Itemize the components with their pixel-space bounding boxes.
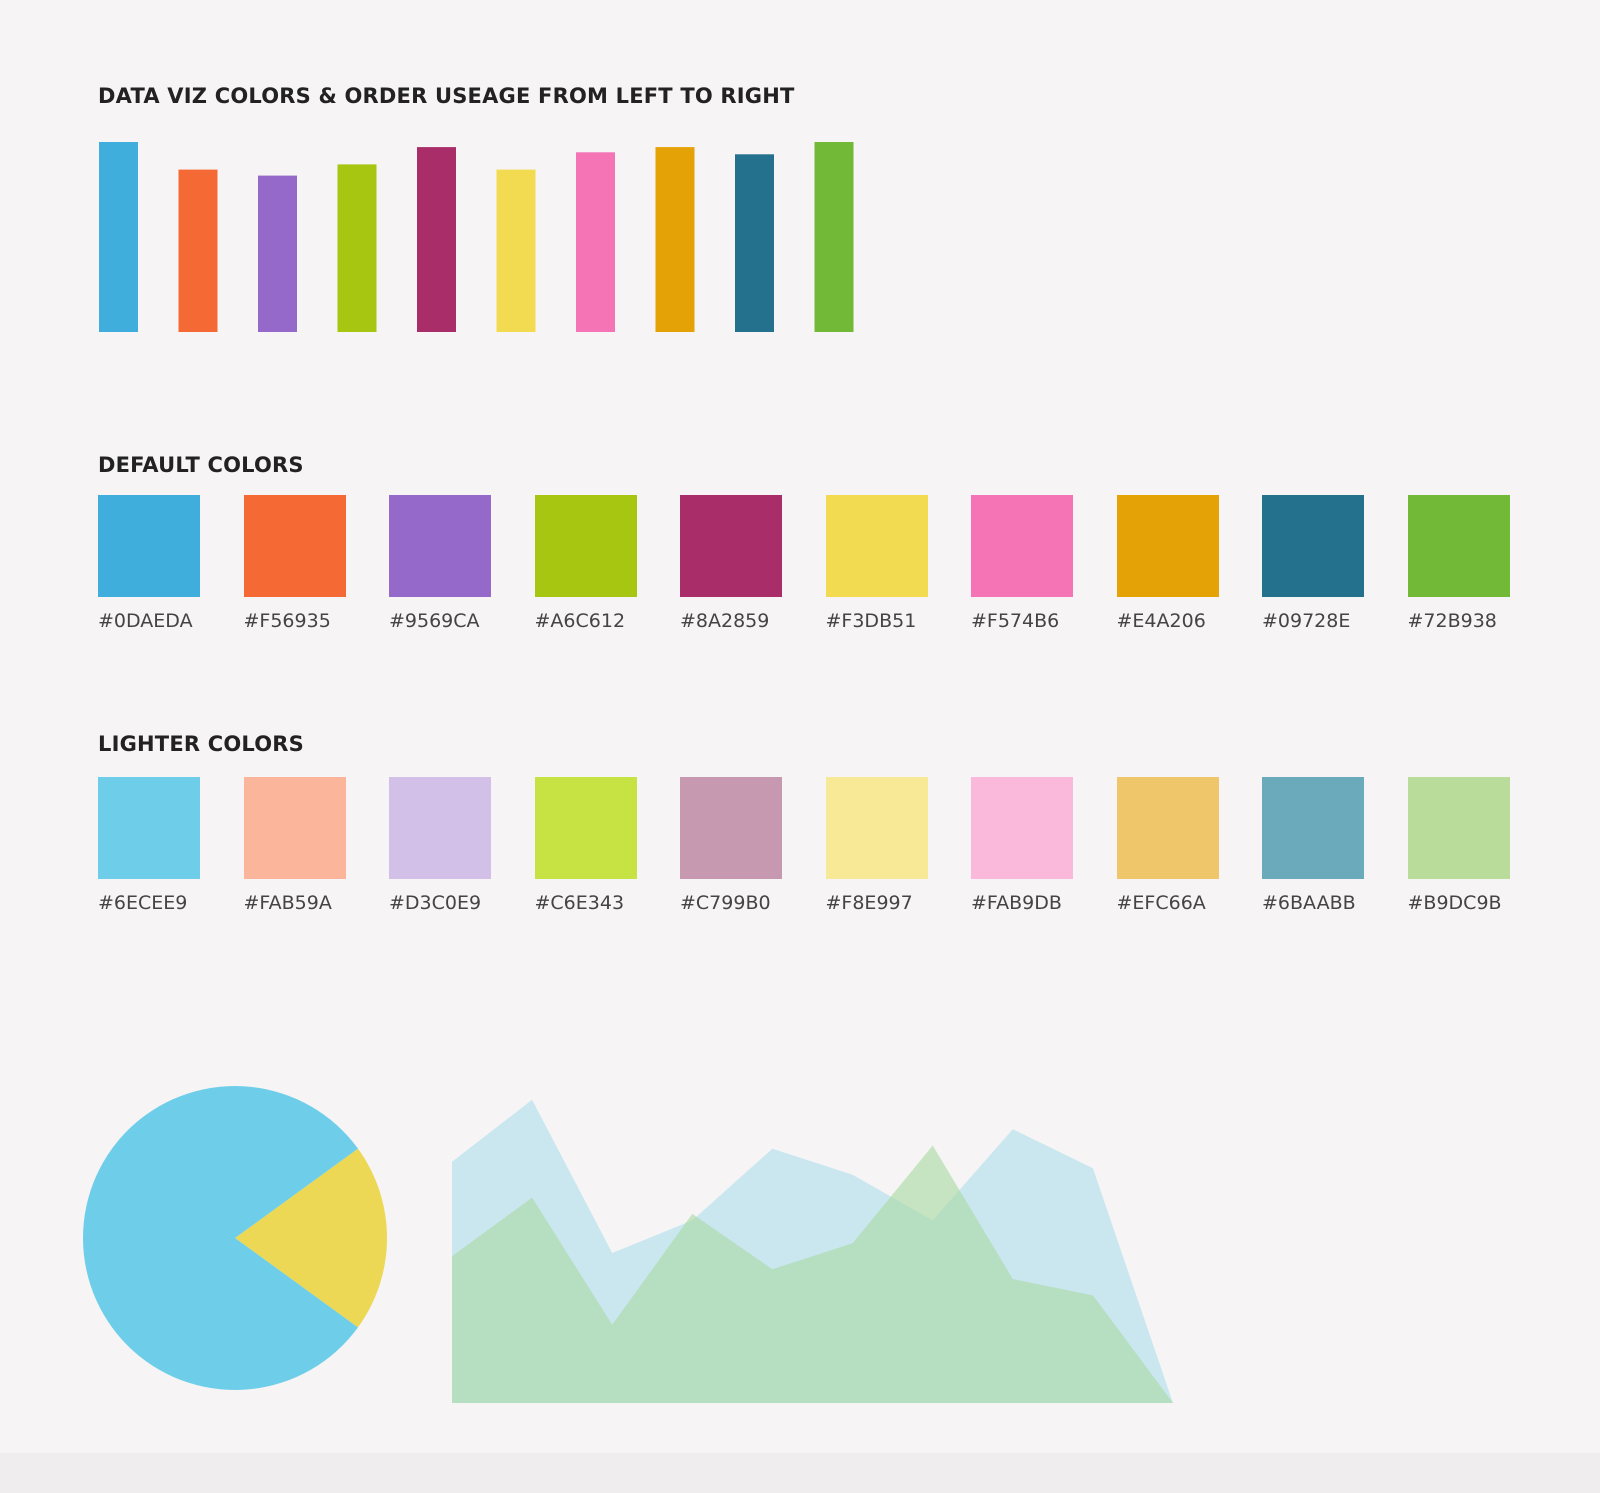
lighter-color-swatch: [243, 777, 346, 879]
area-chart: [452, 1099, 1173, 1403]
default-color-swatch-label: #F3DB51: [825, 610, 917, 632]
default-color-swatch-item: #09728E: [1262, 495, 1364, 632]
lighter-color-swatch-label: #B9DC9B: [1407, 892, 1502, 914]
lighter-color-swatch-label: #EFC66A: [1116, 892, 1206, 914]
default-color-swatch-label: #0DAEDA: [98, 610, 193, 632]
lighter-color-swatch-label: #FAB59A: [243, 892, 332, 914]
default-color-swatch: [1407, 495, 1510, 597]
default-color-swatch: [1116, 495, 1219, 597]
bar-8: [655, 147, 695, 332]
lighter-colors-row: #6ECEE9 #FAB59A #D3C0E9 #C6E343 #C799B0 #F8E9…: [98, 777, 1518, 927]
default-color-swatch-label: #72B938: [1407, 610, 1497, 632]
lighter-color-swatch: [971, 777, 1073, 879]
lighter-color-swatch-item: #EFC66A: [1116, 777, 1219, 914]
lighter-color-swatch-label: #FAB9DB: [971, 892, 1062, 914]
default-color-swatch-label: #9569CA: [389, 610, 480, 632]
default-color-swatch-label: #A6C612: [534, 610, 626, 632]
default-color-swatch: [680, 495, 782, 597]
lighter-color-swatch-item: #B9DC9B: [1407, 777, 1510, 914]
lighter-color-swatch-label: #6BAABB: [1262, 892, 1356, 914]
lighter-color-swatch-item: #C6E343: [534, 777, 637, 914]
bar-9: [735, 154, 774, 332]
default-color-swatch: [243, 495, 346, 597]
order-usage-title: DATA VIZ COLORS & ORDER USEAGE FROM LEFT…: [98, 84, 795, 108]
default-color-swatch: [389, 495, 491, 597]
default-color-swatch-item: #E4A206: [1116, 495, 1219, 632]
lighter-color-swatch-item: #F8E997: [825, 777, 928, 914]
default-color-swatch: [534, 495, 637, 597]
default-colors-title: DEFAULT COLORS: [98, 453, 304, 477]
bar-2: [178, 169, 218, 332]
bar-3: [258, 175, 297, 332]
order-usage-bar-chart: [99, 142, 854, 332]
lighter-color-swatch-item: #FAB9DB: [971, 777, 1073, 914]
bar-10: [814, 142, 854, 332]
default-color-swatch-item: #9569CA: [389, 495, 491, 632]
default-color-swatch: [825, 495, 928, 597]
bar-5: [417, 147, 456, 332]
lighter-color-swatch: [1407, 777, 1510, 879]
default-color-swatch: [98, 495, 200, 597]
default-color-swatch-item: #0DAEDA: [98, 495, 200, 632]
lighter-color-swatch: [534, 777, 637, 879]
default-color-swatch-item: #72B938: [1407, 495, 1510, 632]
default-color-swatch-label: #F56935: [243, 610, 331, 632]
pie-chart: [82, 1086, 387, 1390]
default-color-swatch: [971, 495, 1073, 597]
bar-1: [99, 142, 138, 332]
bottom-band: [0, 1453, 1600, 1493]
lighter-color-swatch-label: #C799B0: [680, 892, 771, 914]
lighter-color-swatch-label: #D3C0E9: [389, 892, 482, 914]
lighter-color-swatch-item: #FAB59A: [243, 777, 346, 914]
lighter-color-swatch: [389, 777, 491, 879]
default-colors-row: #0DAEDA #F56935 #9569CA #A6C612 #8A2859 #F3DB…: [98, 495, 1518, 645]
lighter-color-swatch-label: #C6E343: [534, 892, 625, 914]
lighter-color-swatch: [825, 777, 928, 879]
bar-4: [337, 164, 377, 332]
default-color-swatch-item: #8A2859: [680, 495, 782, 632]
default-color-swatch-item: #F3DB51: [825, 495, 928, 632]
lighter-color-swatch-item: #D3C0E9: [389, 777, 491, 914]
default-color-swatch-label: #8A2859: [680, 610, 770, 632]
default-color-swatch-label: #F574B6: [971, 610, 1060, 632]
lighter-color-swatch: [1116, 777, 1219, 879]
bar-7: [576, 152, 615, 332]
bar-6: [496, 169, 536, 332]
lighter-colors-title: LIGHTER COLORS: [98, 732, 305, 756]
default-color-swatch-label: #09728E: [1262, 610, 1351, 632]
lighter-color-swatch: [1262, 777, 1364, 879]
lighter-color-swatch: [680, 777, 782, 879]
lighter-color-swatch: [98, 777, 200, 879]
default-color-swatch-label: #E4A206: [1116, 610, 1206, 632]
default-color-swatch-item: #A6C612: [534, 495, 637, 632]
lighter-color-swatch-item: #6ECEE9: [98, 777, 200, 914]
default-color-swatch-item: #F574B6: [971, 495, 1073, 632]
lighter-color-swatch-label: #6ECEE9: [98, 892, 188, 914]
lighter-color-swatch-item: #C799B0: [680, 777, 782, 914]
default-color-swatch-item: #F56935: [243, 495, 346, 632]
default-color-swatch: [1262, 495, 1364, 597]
lighter-color-swatch-item: #6BAABB: [1262, 777, 1364, 914]
lighter-color-swatch-label: #F8E997: [825, 892, 913, 914]
